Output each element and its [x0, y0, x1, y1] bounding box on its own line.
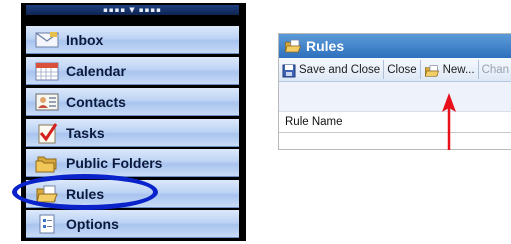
change-rule-label: Chan — [481, 63, 510, 76]
nav-item-public-folders[interactable]: Public Folders — [26, 149, 239, 177]
rules-title-bar: Rules — [279, 34, 511, 58]
close-label: Close — [387, 63, 417, 76]
nav-item-tasks[interactable]: Tasks — [26, 119, 239, 147]
nav-item-label: Options — [66, 215, 119, 232]
new-rule-button[interactable]: New... — [421, 60, 479, 79]
clipboard-check-icon — [34, 122, 60, 144]
rules-toolbar: Save and Close Close New... Chan — [279, 58, 511, 82]
nav-item-label: Calendar — [66, 62, 126, 79]
nav-item-calendar[interactable]: Calendar — [26, 57, 239, 85]
nav-grip[interactable]: ▪▪▪▪ ▼ ▪▪▪▪ — [26, 5, 239, 15]
rules-window: Rules Save and Close Close New... Chan R… — [278, 33, 511, 150]
save-disk-icon — [282, 63, 296, 77]
change-rule-button[interactable]: Chan — [479, 60, 511, 79]
nav-item-label: Public Folders — [66, 154, 163, 171]
folder-stack-icon — [34, 152, 60, 174]
nav-item-label: Inbox — [66, 31, 104, 48]
open-folder-envelope-icon — [424, 63, 440, 77]
new-rule-label: New... — [442, 63, 475, 76]
open-folder-envelope-icon — [284, 38, 302, 54]
close-button[interactable]: Close — [384, 60, 421, 79]
navigation-pane: ▪▪▪▪ ▼ ▪▪▪▪ Inbox Calendar Contacts Task… — [21, 3, 246, 241]
save-and-close-button[interactable]: Save and Close — [279, 60, 385, 79]
annotation-arrow-icon — [442, 93, 456, 150]
nav-item-rules[interactable]: Rules — [26, 180, 239, 208]
nav-item-inbox[interactable]: Inbox — [26, 26, 239, 54]
open-folder-envelope-icon — [34, 183, 60, 205]
nav-item-label: Tasks — [66, 124, 105, 141]
calendar-icon — [34, 60, 60, 82]
nav-item-contacts[interactable]: Contacts — [26, 88, 239, 116]
rule-name-header-label: Rule Name — [285, 116, 343, 128]
nav-item-label: Contacts — [66, 93, 126, 110]
rule-name-column-header[interactable]: Rule Name — [279, 112, 511, 133]
rules-filter-area — [279, 82, 511, 112]
nav-item-options[interactable]: Options — [26, 210, 239, 238]
options-document-icon — [34, 213, 60, 235]
rules-title: Rules — [306, 38, 345, 54]
nav-item-label: Rules — [66, 185, 105, 202]
envelope-icon — [34, 29, 60, 51]
save-and-close-label: Save and Close — [299, 63, 381, 76]
contact-card-icon — [34, 91, 60, 113]
